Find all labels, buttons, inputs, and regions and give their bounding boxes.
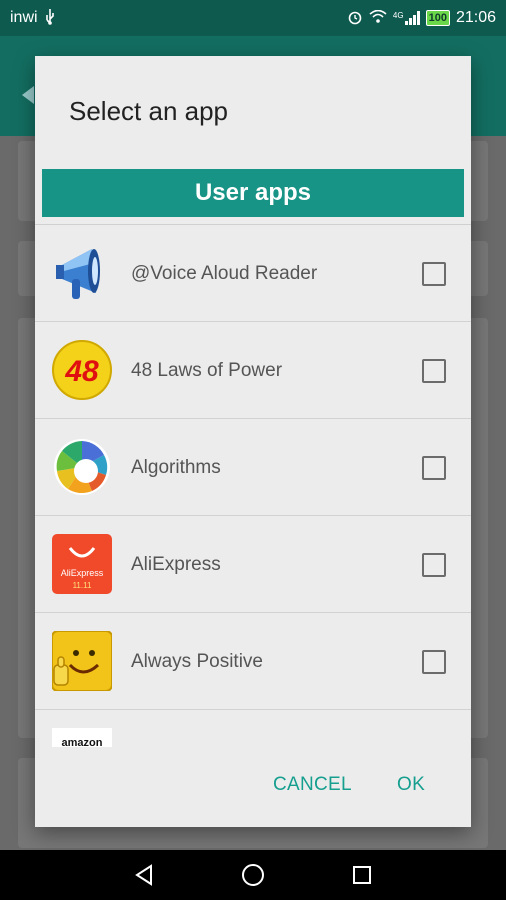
48-laws-icon-text: 48: [64, 355, 99, 388]
back-arrow-icon: [22, 86, 34, 104]
select-app-dialog: Select an app User apps @Voice Aloud Rea…: [35, 56, 471, 827]
app-checkbox[interactable]: [422, 359, 446, 383]
section-header: User apps: [42, 169, 464, 217]
aliexpress-icon: AliExpress 11.11: [52, 534, 112, 594]
app-name: AliExpress: [131, 554, 221, 575]
list-item[interactable]: Algorithms: [35, 419, 471, 516]
app-name: 48 Laws of Power: [131, 360, 283, 381]
app-checkbox[interactable]: [422, 456, 446, 480]
list-item[interactable]: @Voice Aloud Reader: [35, 225, 471, 322]
algorithms-icon: [52, 437, 112, 497]
list-item[interactable]: Always Positive: [35, 613, 471, 710]
megaphone-icon: [52, 243, 112, 303]
list-item[interactable]: amazon: [35, 710, 471, 747]
back-triangle-icon[interactable]: [130, 861, 158, 889]
list-item[interactable]: AliExpress 11.11 AliExpress: [35, 516, 471, 613]
aliexpress-icon-text: AliExpress: [61, 568, 104, 578]
app-checkbox[interactable]: [422, 553, 446, 577]
cancel-button[interactable]: CANCEL: [273, 774, 352, 796]
smiley-icon: [51, 630, 113, 692]
app-checkbox[interactable]: [422, 262, 446, 286]
clock-label: 21:06: [455, 9, 496, 26]
list-item[interactable]: 48 48 Laws of Power: [35, 322, 471, 419]
navigation-bar: [0, 850, 506, 900]
amazon-icon-text: amazon: [62, 737, 103, 747]
dialog-title: Select an app: [69, 96, 229, 126]
app-name: Algorithms: [131, 457, 221, 478]
battery-icon: 100: [425, 10, 450, 26]
app-list[interactable]: @Voice Aloud Reader 48 48 Laws of Power: [35, 224, 471, 747]
amazon-icon: amazon: [52, 728, 112, 747]
network-type-label: 4G: [392, 11, 404, 20]
app-name: Always Positive: [131, 651, 263, 672]
status-bar: inwi 4G 100 21:06: [0, 0, 506, 36]
aliexpress-sale-text: 11.11: [73, 581, 92, 590]
alarm-icon: [347, 9, 363, 28]
usb-icon: [44, 8, 56, 28]
app-name: @Voice Aloud Reader: [131, 263, 318, 284]
carrier-label: inwi: [10, 9, 38, 26]
cell-signal-icon: 4G: [393, 11, 420, 25]
ok-button[interactable]: OK: [397, 774, 425, 796]
home-circle-icon[interactable]: [239, 861, 267, 889]
48-laws-icon: 48: [52, 340, 112, 400]
wifi-icon: [369, 9, 387, 27]
app-checkbox[interactable]: [422, 650, 446, 674]
recents-square-icon[interactable]: [348, 861, 376, 889]
